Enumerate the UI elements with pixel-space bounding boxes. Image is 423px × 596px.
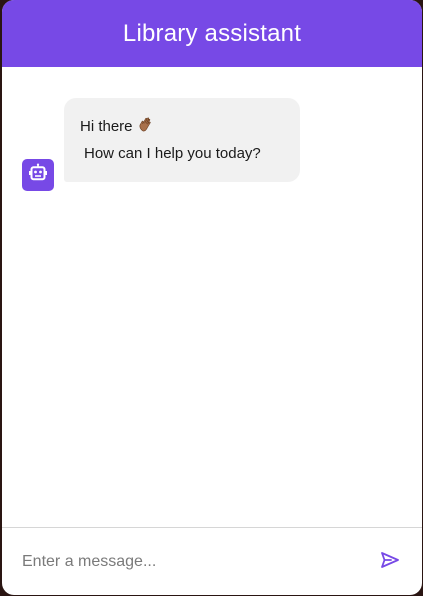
chat-title: Library assistant (122, 19, 302, 47)
bot-avatar (22, 159, 54, 191)
message-composer (2, 527, 422, 595)
message-list[interactable]: Hi there How can I help you today? (2, 67, 422, 527)
message-line-2: How can I help you today? (84, 145, 261, 162)
greeting-text: Hi there (80, 118, 133, 135)
message-line-1: Hi there (80, 116, 284, 138)
waving-hand-icon (137, 116, 155, 138)
robot-icon (28, 163, 48, 188)
chat-header: Library assistant (2, 0, 422, 67)
send-button[interactable] (378, 550, 402, 574)
chat-window: Library assistant Hi there How can I hel… (2, 0, 422, 595)
bot-message-bubble: Hi there How can I help you today? (64, 98, 300, 182)
message-input[interactable] (22, 552, 378, 571)
send-icon (380, 551, 400, 572)
